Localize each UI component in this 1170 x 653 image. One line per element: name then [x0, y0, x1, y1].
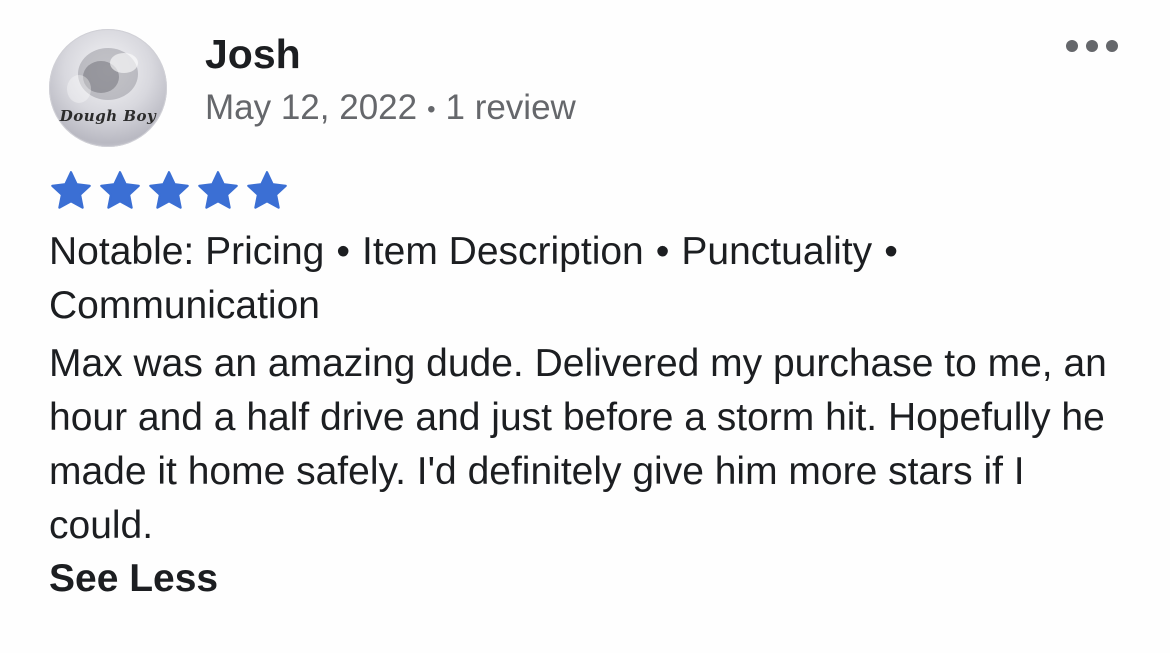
review-meta: May 12, 2022 • 1 review	[205, 86, 576, 132]
star-rating	[48, 170, 290, 210]
notable-tag: Item Description	[361, 230, 644, 273]
tag-separator: •	[655, 230, 670, 273]
review-card: Dough Boy Josh May 12, 2022 • 1 review Not…	[0, 0, 1170, 653]
notable-tags: Notable: Pricing • Item Description • Punctu…	[49, 225, 1129, 333]
notable-tag: Communication	[49, 284, 320, 327]
star-icon	[97, 170, 143, 210]
star-icon	[146, 170, 192, 210]
avatar-logo-text: Dough Boy	[59, 107, 157, 125]
star-icon	[48, 170, 94, 210]
tag-separator: •	[336, 230, 350, 273]
notable-tag: Pricing	[205, 230, 325, 273]
more-horizontal-icon	[1106, 40, 1118, 52]
review-text: Max was an amazing dude. Delivered my pu…	[49, 342, 1107, 547]
notable-tag: Punctuality	[681, 230, 873, 273]
notable-label: Notable:	[49, 230, 206, 273]
avatar-image-icon	[67, 48, 138, 103]
reviewer-name[interactable]: Josh	[205, 30, 301, 78]
more-horizontal-icon	[1086, 40, 1098, 52]
more-horizontal-icon	[1066, 40, 1078, 52]
see-less-button[interactable]: See Less	[49, 552, 218, 606]
review-date: May 12, 2022	[205, 88, 418, 127]
star-icon	[195, 170, 241, 210]
review-count[interactable]: 1 review	[446, 88, 576, 127]
meta-separator: •	[427, 95, 436, 123]
avatar[interactable]: Dough Boy	[49, 29, 167, 147]
more-options-button[interactable]	[1066, 36, 1118, 56]
star-icon	[244, 170, 290, 210]
tag-separator: •	[884, 230, 898, 273]
